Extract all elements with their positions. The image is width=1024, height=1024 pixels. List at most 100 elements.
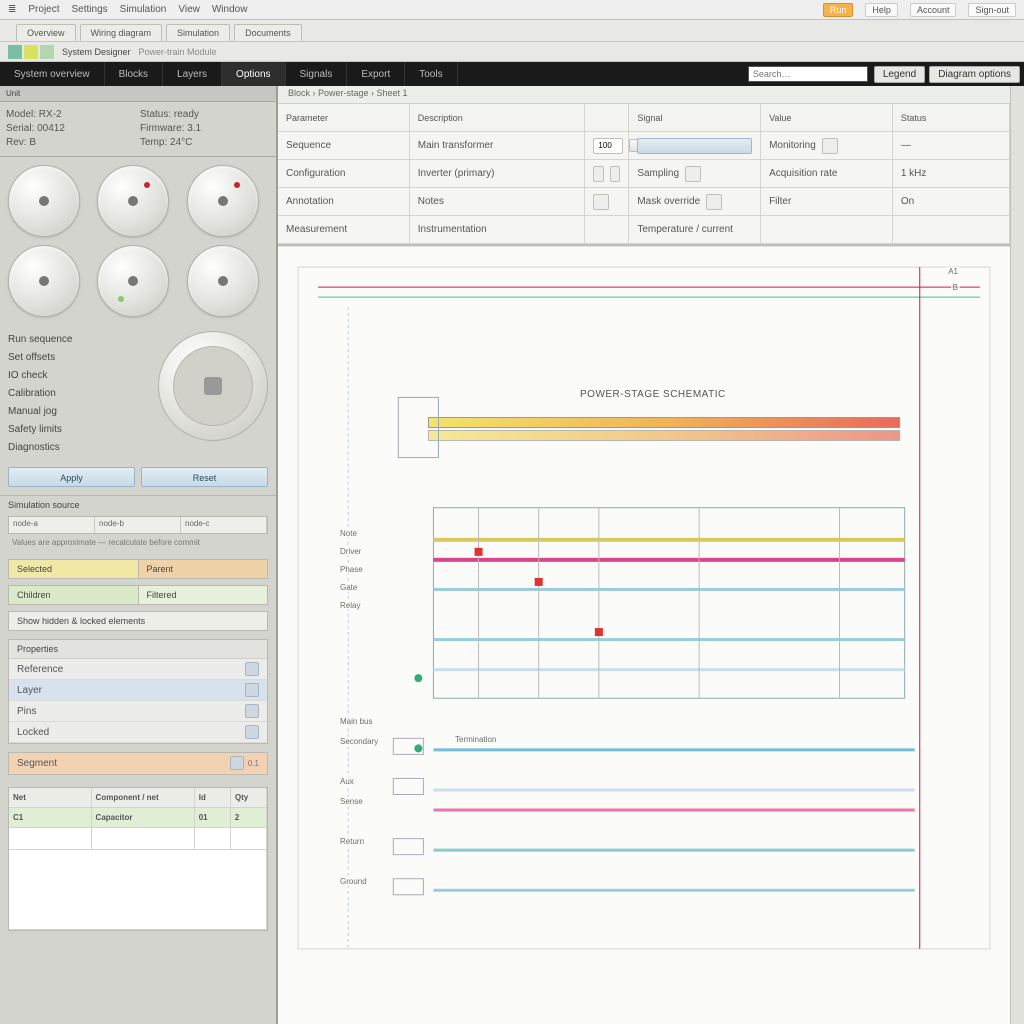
gauge[interactable]: [8, 245, 80, 317]
prop-row[interactable]: Locked: [9, 722, 267, 743]
tag-parent[interactable]: Parent: [138, 560, 268, 578]
gauge[interactable]: [8, 165, 80, 237]
menu-file[interactable]: Project: [28, 4, 59, 15]
table-cell[interactable]: C1: [9, 808, 92, 827]
menu-item[interactable]: View: [178, 4, 200, 15]
menu-item[interactable]: Settings: [72, 4, 108, 15]
anno: B: [951, 283, 960, 292]
main-gauge[interactable]: [158, 331, 268, 441]
gauge[interactable]: [187, 245, 259, 317]
pg-value: Filter: [769, 196, 791, 207]
gauge[interactable]: [187, 165, 259, 237]
pg-col: Parameter: [278, 104, 410, 131]
nav-options[interactable]: Options: [222, 62, 285, 86]
table-cell[interactable]: 01: [195, 808, 231, 827]
nav-tools[interactable]: Tools: [405, 62, 457, 86]
gauge[interactable]: [97, 245, 169, 317]
left-panel: Unit Model: RX-2 Serial: 00412 Rev: B St…: [0, 86, 278, 1024]
anno: Main bus: [338, 717, 374, 726]
note-icon[interactable]: [593, 194, 609, 210]
gauge-grid: [0, 157, 276, 325]
schematic-viewport[interactable]: POWER-STAGE SCHEMATIC A1 B Note Driver P…: [278, 246, 1010, 1024]
tab-simulation[interactable]: Simulation: [166, 24, 230, 41]
chart-icon[interactable]: [685, 166, 701, 182]
quick-actions: Run sequence Set offsets IO check Calibr…: [0, 325, 276, 463]
table-cell[interactable]: 2: [231, 808, 267, 827]
anno: Secondary: [338, 737, 380, 746]
quick-action[interactable]: Set offsets: [8, 349, 154, 367]
titlebar: ≣ Project Settings Simulation View Windo…: [0, 0, 1024, 20]
brand-subtitle: Power-train Module: [139, 47, 217, 57]
reset-button[interactable]: Reset: [141, 467, 268, 487]
quick-action[interactable]: Calibration: [8, 385, 154, 403]
prop-row[interactable]: Layer: [9, 680, 267, 701]
nav-system[interactable]: System overview: [0, 62, 105, 86]
tab-documents[interactable]: Documents: [234, 24, 302, 41]
pg-input[interactable]: [593, 138, 623, 154]
nav-layers[interactable]: Layers: [163, 62, 222, 86]
pg-value: Monitoring: [769, 140, 816, 151]
logo-glyph: ≣: [8, 4, 16, 15]
sim-source-cells: node-a node-b node-c: [8, 516, 268, 534]
sim-cell[interactable]: node-a: [9, 517, 95, 533]
search-input[interactable]: [748, 66, 868, 82]
gauge[interactable]: [97, 165, 169, 237]
chip-icon: [245, 683, 259, 697]
chip-icon: [230, 756, 244, 770]
signout-button[interactable]: Sign-out: [968, 3, 1016, 17]
segment-row[interactable]: Segment 0.1: [9, 753, 267, 774]
anno: Return: [338, 837, 366, 846]
tag-show-hidden[interactable]: Show hidden & locked elements: [9, 612, 267, 630]
tag-selected[interactable]: Selected: [9, 560, 138, 578]
tab-wiring[interactable]: Wiring diagram: [80, 24, 163, 41]
legend-button[interactable]: Legend: [874, 66, 925, 83]
account-button[interactable]: Account: [910, 3, 957, 17]
pg-col: Description: [410, 104, 586, 131]
help-button[interactable]: Help: [865, 3, 898, 17]
sim-source-label: Simulation source: [0, 495, 276, 514]
toggle-icon[interactable]: [593, 166, 603, 182]
pg-status: —: [901, 140, 911, 151]
table-cell[interactable]: Capacitor: [92, 808, 195, 827]
col-qty: Qty: [231, 788, 267, 807]
anno: Note: [338, 529, 359, 538]
sim-cell[interactable]: node-c: [181, 517, 267, 533]
filter-icon[interactable]: [706, 194, 722, 210]
sim-cell[interactable]: node-b: [95, 517, 181, 533]
quick-action[interactable]: Manual jog: [8, 403, 154, 421]
document-tabs: Overview Wiring diagram Simulation Docum…: [0, 20, 1024, 42]
link-icon[interactable]: [610, 166, 620, 182]
quick-action[interactable]: Diagnostics: [8, 439, 154, 457]
gear-icon[interactable]: [822, 138, 838, 154]
anno: Gate: [338, 583, 359, 592]
pg-signal: Temperature / current: [637, 224, 733, 235]
tag-children[interactable]: Children: [9, 586, 138, 604]
schematic-title: POWER-STAGE SCHEMATIC: [578, 389, 728, 400]
pg-col: Signal: [629, 104, 761, 131]
diagram-options-button[interactable]: Diagram options: [929, 66, 1020, 83]
pg-desc: Main transformer: [418, 140, 494, 151]
tag-filtered[interactable]: Filtered: [138, 586, 268, 604]
summary-line: Serial: 00412: [6, 122, 136, 136]
summary-line: Rev: B: [6, 136, 136, 150]
prop-row[interactable]: Pins: [9, 701, 267, 722]
quick-action[interactable]: IO check: [8, 367, 154, 385]
nav-search: [748, 66, 868, 82]
col-net: Net: [9, 788, 92, 807]
signal-pill[interactable]: [637, 138, 752, 154]
quick-action[interactable]: Safety limits: [8, 421, 154, 439]
menu-item[interactable]: Window: [212, 4, 248, 15]
run-button[interactable]: Run: [823, 3, 854, 17]
summary-line: Temp: 24°C: [140, 136, 270, 150]
anno: Ground: [338, 877, 369, 886]
apply-button[interactable]: Apply: [8, 467, 135, 487]
prop-row[interactable]: Reference: [9, 659, 267, 680]
nav-blocks[interactable]: Blocks: [105, 62, 163, 86]
quick-action[interactable]: Run sequence: [8, 331, 154, 349]
menu-item[interactable]: Simulation: [120, 4, 167, 15]
nav-signals[interactable]: Signals: [286, 62, 348, 86]
pg-desc: Notes: [418, 196, 444, 207]
tab-overview[interactable]: Overview: [16, 24, 76, 41]
vertical-scrollbar[interactable]: [1010, 86, 1024, 1024]
nav-export[interactable]: Export: [347, 62, 405, 86]
